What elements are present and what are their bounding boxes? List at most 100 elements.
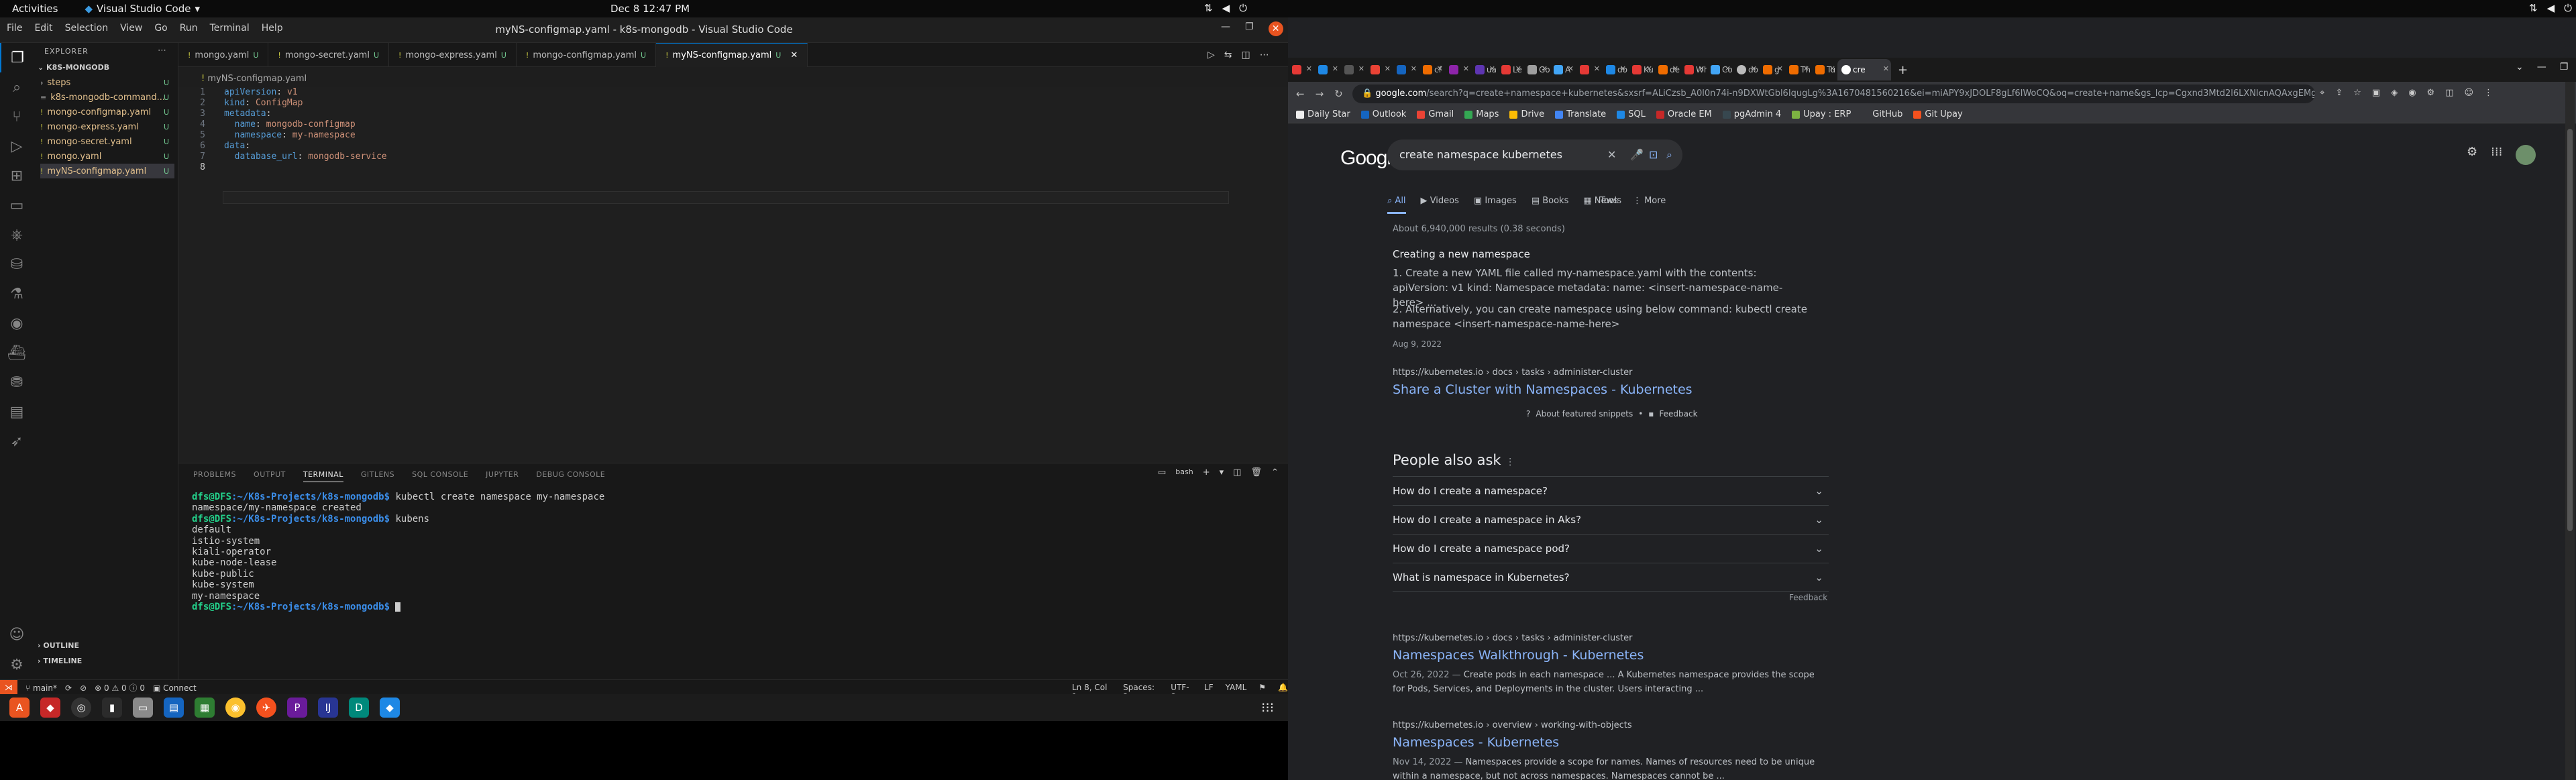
browser-tab[interactable]: ua ✕ — [1471, 59, 1497, 80]
ubuntu-software-icon[interactable]: A — [9, 698, 30, 718]
connect-button[interactable]: ▣ Connect — [153, 683, 197, 693]
settings-gear-icon[interactable]: ⚙ — [0, 650, 34, 679]
close-tab-icon[interactable]: ✕ — [1803, 64, 1809, 73]
close-tab-icon[interactable]: ✕ — [1306, 64, 1312, 73]
extension-icon[interactable]: ◉ — [2408, 88, 2416, 98]
tab-books[interactable]: ▤ Books — [1532, 196, 1569, 214]
maximize-icon[interactable]: ❐ — [2560, 62, 2569, 72]
browser-tab[interactable]: ✕ — [1314, 59, 1340, 80]
menu-go[interactable]: Go — [154, 23, 167, 34]
avatar[interactable] — [2516, 145, 2536, 165]
close-tab-icon[interactable]: ✕ — [790, 50, 798, 60]
gitlens-icon[interactable]: ◉ — [0, 309, 34, 338]
split-editor-icon[interactable]: ◫ — [1242, 50, 1250, 60]
close-tab-icon[interactable]: ✕ — [1332, 64, 1338, 73]
writer-icon[interactable]: ▤ — [164, 698, 184, 718]
close-tab-icon[interactable]: ✕ — [1646, 64, 1652, 73]
side-panel-icon[interactable]: ◫ — [2445, 88, 2453, 98]
datagrip-icon[interactable]: D — [349, 698, 369, 718]
file-mongo-secret[interactable]: ! mongo-secret.yaml U — [40, 134, 174, 149]
about-featured-snippets-link[interactable]: About featured snippets — [1536, 409, 1633, 419]
result-url[interactable]: https://kubernetes.io › docs › tasks › a… — [1393, 368, 1632, 378]
close-tab-icon[interactable]: ✕ — [1385, 64, 1391, 73]
kubernetes-icon[interactable]: ⎈ — [0, 220, 34, 249]
bookmark-drive[interactable]: Drive — [1509, 109, 1544, 119]
browser-tab[interactable]: g ✕ — [1759, 59, 1785, 80]
tab-mongo[interactable]: ! mongo.yaml U — [178, 43, 269, 67]
sql-icon[interactable]: ⛃ — [0, 368, 34, 397]
search-input[interactable]: create namespace kubernetes ✕ 🎤 ⊡ ⌕ — [1387, 140, 1682, 170]
more-options-icon[interactable]: ⋮ — [1505, 457, 1515, 467]
close-tab-icon[interactable]: ✕ — [1358, 64, 1364, 73]
paa-question[interactable]: What is namespace in Kubernetes? ⌄ — [1393, 563, 1829, 592]
terminal-app-icon[interactable]: ▮ — [102, 698, 122, 718]
bookmark-github[interactable]: GitHub — [1872, 109, 1902, 119]
deploy-icon[interactable]: ➶ — [0, 427, 34, 456]
menu-terminal[interactable]: Terminal — [210, 23, 250, 34]
browser-tab[interactable]: do ✕ — [1733, 59, 1759, 80]
explorer-icon[interactable]: ❐ — [0, 43, 34, 72]
browser-tab[interactable]: ✕ — [1393, 59, 1419, 80]
system-tray-right[interactable]: ⇅ ◀ ⏻ — [2529, 2, 2572, 14]
more-actions-icon[interactable]: ⋯ — [158, 46, 166, 56]
tab-videos[interactable]: ▶ Videos — [1421, 196, 1459, 214]
browser-tab[interactable]: cf ✕ — [1419, 59, 1445, 80]
minimize-icon[interactable]: — — [1221, 21, 1230, 36]
tab-gitlens[interactable]: GITLENS — [361, 470, 394, 482]
close-tab-icon[interactable]: ✕ — [1699, 64, 1705, 73]
file-k8s-mongodb-command[interactable]: ≡ k8s-mongodb-command... U — [40, 90, 174, 105]
remote-explorer-icon[interactable]: ▭ — [0, 190, 34, 220]
browser-tab[interactable]: Th ✕ — [1785, 59, 1811, 80]
maximize-panel-icon[interactable]: ⌃ — [1271, 467, 1279, 478]
close-tab-icon[interactable]: ✕ — [1489, 64, 1495, 73]
run-debug-icon[interactable]: ▷ — [0, 131, 34, 161]
testing-icon[interactable]: ⚗ — [0, 279, 34, 309]
bookmark-gmail[interactable]: Gmail — [1417, 109, 1454, 119]
apps-grid-icon[interactable]: ⁞⁞⁞ — [2491, 145, 2502, 165]
file-mongo-express[interactable]: ! mongo-express.yaml U — [40, 119, 174, 134]
tab-jupyter[interactable]: JUPYTER — [486, 470, 519, 482]
browser-tab[interactable]: A ✕ — [1550, 59, 1576, 80]
run-icon[interactable]: ▷ — [1208, 50, 1215, 60]
timeline-section[interactable]: › TIMELINE — [38, 657, 82, 665]
close-tab-icon[interactable]: ✕ — [1672, 64, 1678, 73]
more-actions-icon[interactable]: ⋯ — [1260, 50, 1269, 60]
bookmark-translate[interactable]: Translate — [1555, 109, 1606, 119]
bookmark-sql[interactable]: SQL — [1617, 109, 1646, 119]
scrollbar-thumb[interactable] — [2567, 129, 2573, 531]
browser-tab[interactable]: Co ✕ — [1707, 59, 1733, 80]
tab-problems[interactable]: PROBLEMS — [193, 470, 236, 482]
tab-mongo-configmap[interactable]: ! mongo-configmap.yaml U — [517, 43, 657, 67]
tab-terminal[interactable]: TERMINAL — [303, 470, 343, 482]
result-title-link[interactable]: Share a Cluster with Namespaces - Kubern… — [1393, 382, 1693, 397]
paa-question[interactable]: How do I create a namespace in Aks? ⌄ — [1393, 505, 1829, 534]
problems-indicator[interactable]: ⊗ 0 ⚠ 0 ⓘ 0 — [95, 682, 145, 693]
branch-indicator[interactable]: ⑂ main* — [25, 683, 57, 693]
result-title-link[interactable]: Namespaces Walkthrough - Kubernetes — [1393, 648, 1644, 663]
close-tab-icon[interactable]: ✕ — [1411, 64, 1417, 73]
new-tab-icon[interactable]: + — [1898, 63, 1908, 77]
close-tab-icon[interactable]: ✕ — [1568, 64, 1574, 73]
minimize-icon[interactable]: — — [2537, 62, 2546, 72]
paa-question[interactable]: How do I create a namespace pod? ⌄ — [1393, 534, 1829, 563]
bookmark-upay-erp[interactable]: Upay : ERP — [1792, 109, 1851, 119]
microphone-icon[interactable]: 🎤 — [1630, 140, 1644, 170]
maximize-icon[interactable]: ❐ — [1245, 21, 1254, 36]
close-tab-icon[interactable]: ✕ — [1751, 64, 1757, 73]
settings-gear-icon[interactable]: ⚙ — [2467, 145, 2477, 165]
close-tab-icon[interactable]: ✕ — [1883, 64, 1889, 73]
feedback-link[interactable]: Feedback — [1659, 409, 1697, 419]
tab-search-icon[interactable]: ⌄ — [2516, 62, 2524, 72]
result-url[interactable]: https://kubernetes.io › docs › tasks › a… — [1393, 633, 1632, 643]
browser-tab[interactable]: Ku ✕ — [1628, 59, 1654, 80]
close-tab-icon[interactable]: ✕ — [1542, 64, 1548, 73]
files-icon[interactable]: ▭ — [133, 698, 153, 718]
tab-debug-console[interactable]: DEBUG CONSOLE — [536, 470, 605, 482]
outline-section[interactable]: › OUTLINE — [38, 641, 79, 650]
tab-all[interactable]: ⌕ All — [1387, 196, 1406, 214]
location-icon[interactable]: ⌖ — [2320, 88, 2324, 98]
browser-tab[interactable]: Tu ✕ — [1811, 59, 1837, 80]
trash-icon[interactable]: 🗑 — [1250, 467, 1262, 478]
camera-lens-icon[interactable]: ⊡ — [1649, 140, 1658, 170]
anydesk-icon[interactable]: ◆ — [40, 698, 60, 718]
